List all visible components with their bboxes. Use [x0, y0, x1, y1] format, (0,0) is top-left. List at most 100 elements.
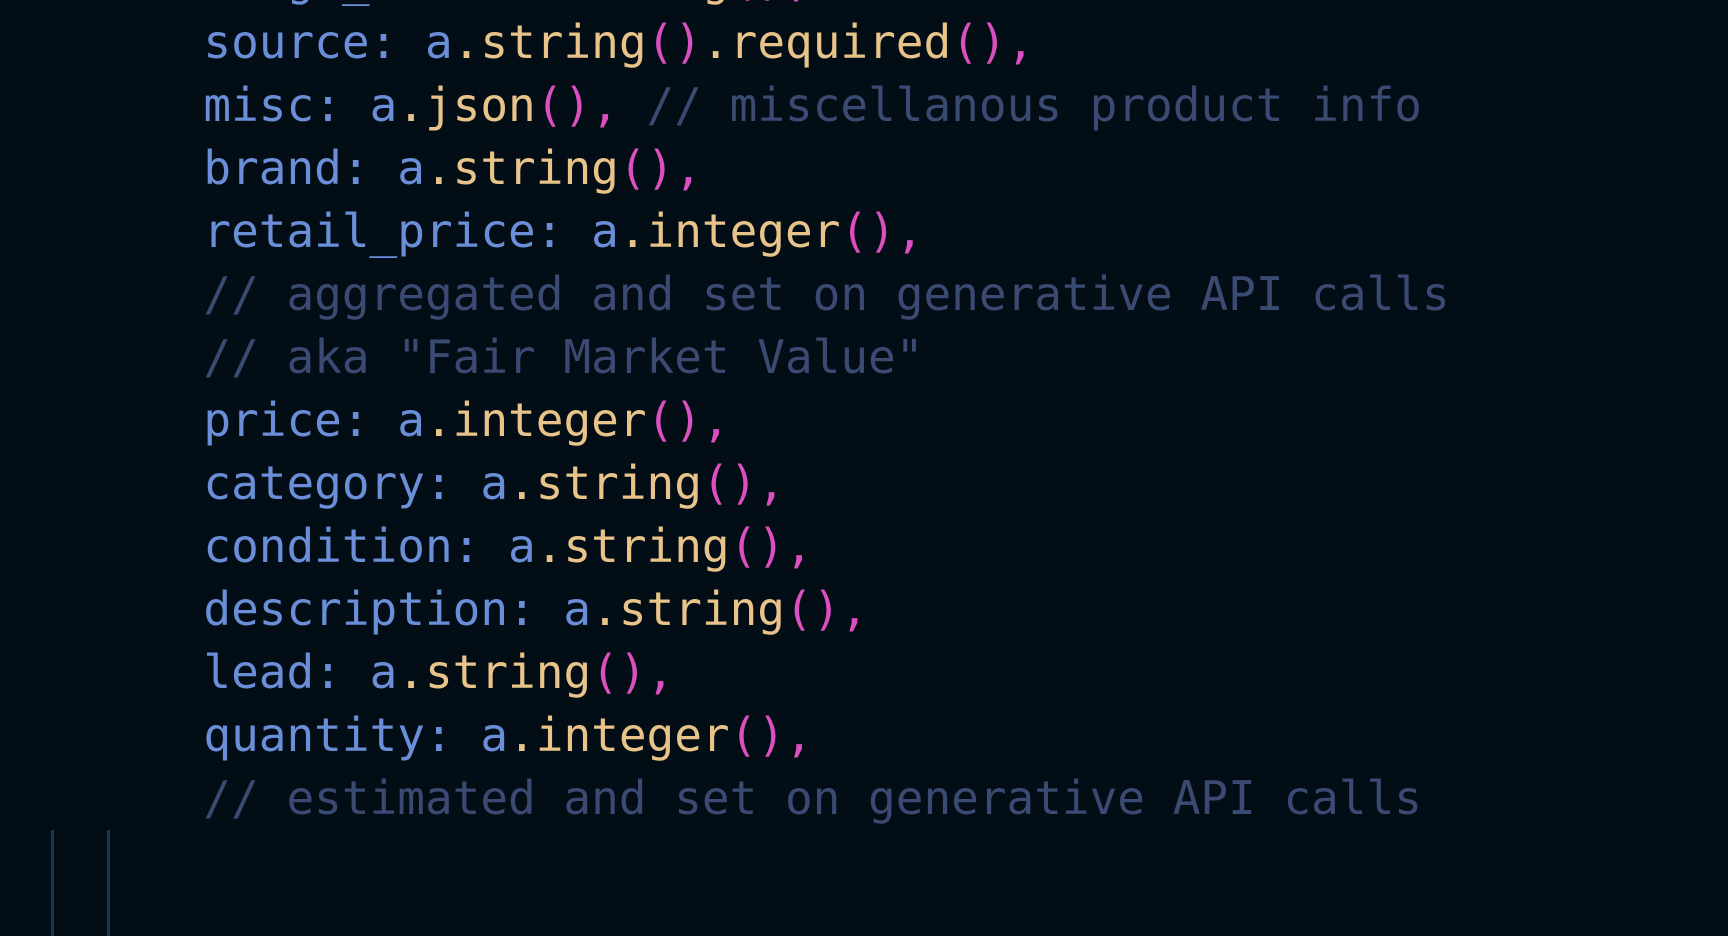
token-comma: ,	[646, 645, 675, 699]
token-obj: a	[369, 78, 398, 132]
token-prop: lead	[148, 645, 315, 699]
token-dot: .	[424, 393, 453, 447]
token-method: integer	[535, 708, 730, 762]
token-obj: a	[591, 204, 619, 258]
token-dot: .	[508, 708, 536, 762]
token-comma: ,	[785, 708, 813, 762]
code-line[interactable]: source: a.string().required(),	[0, 11, 1728, 74]
token-dot: .	[397, 78, 425, 132]
token-paren: ()	[646, 393, 702, 447]
code-editor-viewport[interactable]: image_url: a.string(), source: a.string(…	[0, 0, 1728, 936]
token-prop: category	[148, 456, 425, 510]
token-punct: :	[508, 582, 564, 636]
token-method: required	[729, 15, 952, 69]
token-prop: retail_price	[148, 204, 536, 258]
token-obj: a	[397, 141, 425, 195]
token-paren: ()	[951, 15, 1007, 69]
token-punct: :	[453, 0, 508, 6]
token-paren: ()	[646, 15, 702, 69]
token-prop: image_url	[148, 0, 452, 6]
code-line[interactable]: brand: a.string(),	[0, 137, 1728, 200]
token-comma: ,	[895, 204, 924, 258]
token-method: string	[563, 519, 730, 573]
token-punct: :	[341, 141, 398, 195]
token-method: integer	[646, 204, 841, 258]
token-method: string	[618, 582, 785, 636]
token-method: json	[424, 78, 536, 132]
token-punct: :	[341, 393, 398, 447]
token-dot: .	[397, 645, 425, 699]
code-line[interactable]: category: a.string(),	[0, 452, 1728, 515]
code-line[interactable]: // estimated and set on generative API c…	[0, 767, 1728, 830]
code-content[interactable]: image_url: a.string(), source: a.string(…	[0, 0, 1728, 830]
token-dot: .	[535, 519, 564, 573]
code-line[interactable]: // aka "Fair Market Value"	[0, 326, 1728, 389]
token-paren: ()	[729, 708, 786, 762]
token-punct: :	[424, 456, 481, 510]
token-dot: .	[424, 141, 453, 195]
token-comment: // aggregated and set on generative API …	[148, 267, 1450, 321]
token-dot: .	[452, 15, 481, 69]
token-obj: a	[424, 15, 453, 69]
token-comment: // estimated and set on generative API c…	[148, 771, 1422, 825]
token-comma: ,	[701, 393, 730, 447]
token-method: string	[424, 645, 592, 699]
token-dot: .	[618, 204, 647, 258]
token-comment: // aka "Fair Market Value"	[148, 330, 924, 384]
token-comma: ,	[840, 582, 869, 636]
token-paren: ()	[729, 519, 785, 573]
token-paren: ()	[840, 204, 896, 258]
code-line[interactable]: quantity: a.integer(),	[0, 704, 1728, 767]
token-dot: .	[508, 456, 536, 510]
token-paren: ()	[591, 645, 647, 699]
token-dot: .	[591, 582, 619, 636]
token-method: string	[563, 0, 729, 6]
token-punct: :	[424, 708, 481, 762]
token-method: integer	[452, 393, 647, 447]
token-comma: ,	[1006, 15, 1035, 69]
code-line[interactable]: price: a.integer(),	[0, 389, 1728, 452]
token-dot: .	[536, 0, 564, 6]
token-dot: .	[701, 15, 730, 69]
token-comma: ,	[785, 0, 813, 6]
token-obj: a	[563, 582, 592, 636]
token-prop: description	[148, 582, 509, 636]
token-obj: a	[480, 708, 509, 762]
code-line[interactable]: misc: a.json(), // miscellanous product …	[0, 74, 1728, 137]
token-method: string	[480, 15, 647, 69]
token-punct: :	[314, 645, 370, 699]
token-obj: a	[369, 645, 398, 699]
token-paren: ()	[730, 0, 785, 6]
token-comma: ,	[785, 519, 813, 573]
token-paren: ()	[701, 456, 758, 510]
code-line[interactable]: lead: a.string(),	[0, 641, 1728, 704]
token-obj: a	[480, 456, 509, 510]
token-punct: :	[535, 204, 592, 258]
code-line[interactable]: description: a.string(),	[0, 578, 1728, 641]
token-method: string	[535, 456, 702, 510]
token-punct: :	[314, 78, 370, 132]
token-prop: brand	[148, 141, 342, 195]
token-obj: a	[508, 519, 536, 573]
token-comma: ,	[674, 141, 702, 195]
token-paren: ()	[785, 582, 841, 636]
token-comma: ,	[757, 456, 786, 510]
token-comma: ,	[591, 78, 619, 132]
token-prop: condition	[148, 519, 453, 573]
token-obj: a	[397, 393, 425, 447]
token-punct: :	[369, 15, 425, 69]
code-line[interactable]: retail_price: a.integer(),	[0, 200, 1728, 263]
code-line[interactable]: condition: a.string(),	[0, 515, 1728, 578]
token-prop: misc	[148, 78, 315, 132]
code-line[interactable]: // aggregated and set on generative API …	[0, 263, 1728, 326]
token-paren: ()	[535, 78, 592, 132]
token-prop: source	[148, 15, 370, 69]
token-paren: ()	[618, 141, 675, 195]
token-method: string	[452, 141, 619, 195]
token-prop: quantity	[148, 708, 425, 762]
token-comment: // miscellanous product info	[618, 78, 1422, 132]
token-punct: :	[452, 519, 509, 573]
code-line[interactable]: image_url: a.string(),	[0, 0, 1728, 11]
token-prop: price	[148, 393, 342, 447]
token-obj: a	[508, 0, 536, 6]
